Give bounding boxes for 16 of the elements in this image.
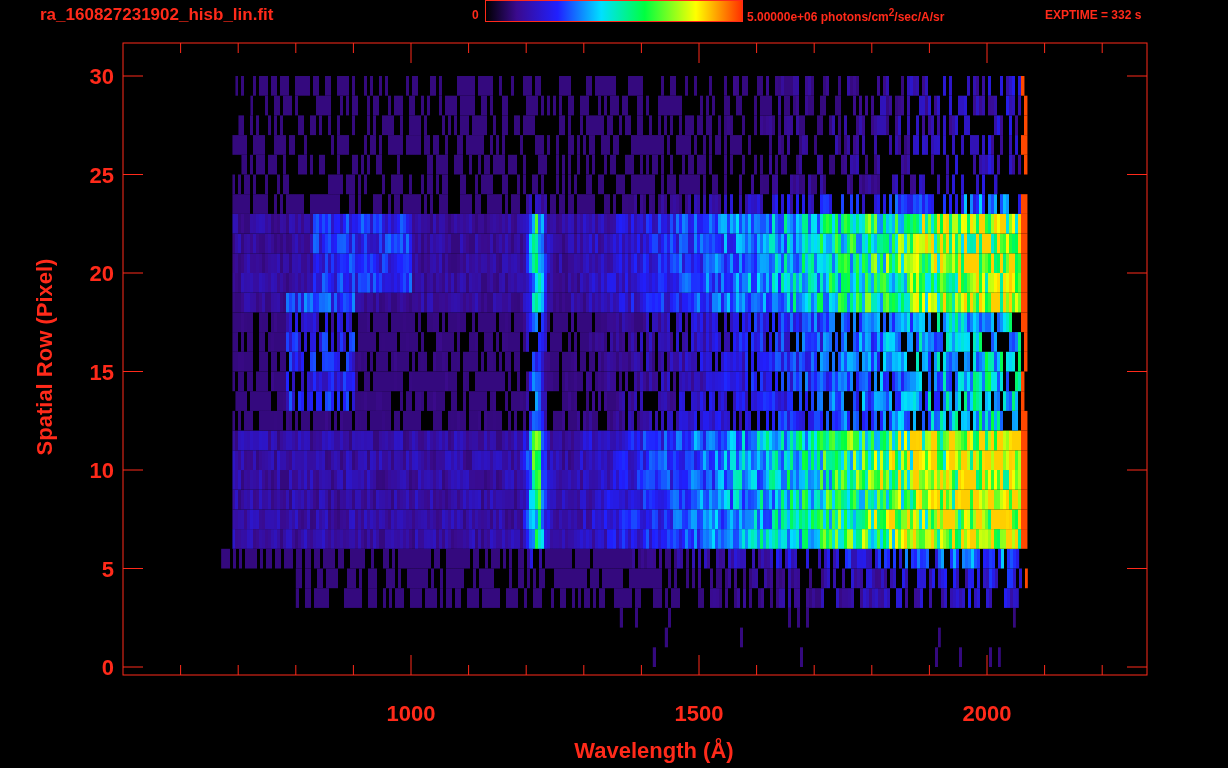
axis-tick-label: 15 bbox=[89, 359, 114, 385]
axis-tick-label: 20 bbox=[89, 261, 114, 286]
axis-tick-label: 0 bbox=[101, 655, 114, 680]
axis-tick-label: 5 bbox=[101, 556, 114, 582]
axis-tick-label: 2000 bbox=[962, 701, 1012, 726]
axis-tick-label: 30 bbox=[89, 64, 114, 89]
exposure-time: EXPTIME = 332 s bbox=[1045, 8, 1142, 22]
file-name: ra_160827231902_hisb_lin.fit bbox=[40, 5, 275, 25]
colorbar-max-label: 5.00000e+06 photons/cm$^{2}$/sec/A/sr bbox=[747, 6, 946, 24]
axis-tick-label: 25 bbox=[89, 162, 114, 188]
axis-title: Spatial Row (Pixel) bbox=[32, 258, 57, 456]
axis-tick-label: 1500 bbox=[674, 701, 724, 726]
axis-tick-label: 1000 bbox=[386, 701, 436, 726]
colorbar-min-label: 0 bbox=[472, 8, 480, 22]
axis-title: Wavelength (Å) bbox=[574, 738, 734, 763]
axis-tick-label: 10 bbox=[89, 458, 114, 483]
